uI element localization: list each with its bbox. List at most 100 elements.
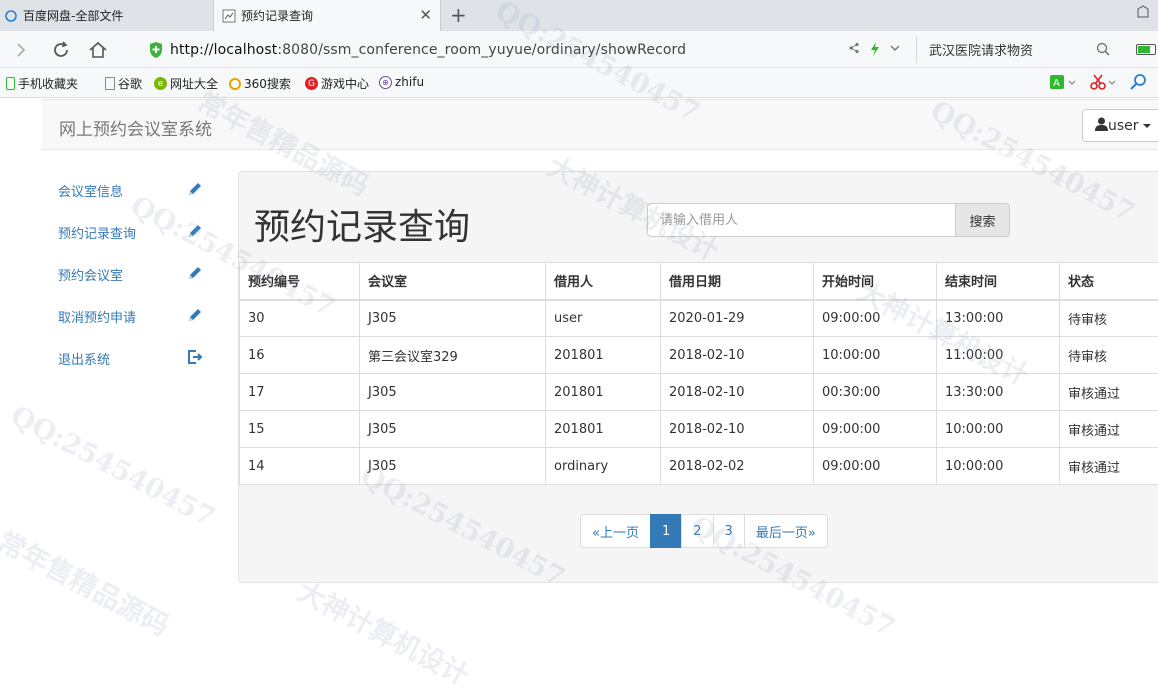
cell-start: 09:00:00 — [813, 447, 937, 485]
table-row: 17 J305 201801 2018-02-10 00:30:00 13:30… — [239, 373, 1158, 411]
pencil-icon — [187, 223, 203, 239]
browser-toolbar: http://localhost:8080/ssm_conference_roo… — [0, 31, 1158, 68]
cell-date: 2018-02-02 — [660, 447, 814, 485]
borrower-search-input[interactable] — [647, 203, 956, 237]
bookmark-label: 谷歌 — [118, 77, 143, 91]
col-id: 预约编号 — [239, 262, 360, 301]
cell-borrower: 201801 — [545, 373, 661, 411]
sidebar-item-book-room[interactable]: 预约会议室 — [58, 262, 203, 286]
cell-borrower: ordinary — [545, 447, 661, 485]
table-row: 15 J305 201801 2018-02-10 09:00:00 10:00… — [239, 410, 1158, 448]
address-bar[interactable]: http://localhost:8080/ssm_conference_roo… — [140, 36, 910, 63]
col-borrower: 借用人 — [545, 262, 661, 301]
pencil-icon — [187, 181, 203, 197]
browser-tab-baidu[interactable]: 百度网盘-全部文件 — [0, 0, 212, 31]
page-link-1[interactable]: 1 — [649, 514, 683, 548]
sidebar-item-logout[interactable]: 退出系统 — [58, 346, 203, 370]
col-start: 开始时间 — [813, 262, 937, 301]
caret-down-icon — [1142, 123, 1151, 128]
bookmark-label: 手机收藏夹 — [18, 77, 79, 91]
page-link-2[interactable]: 2 — [681, 514, 714, 548]
home-icon[interactable] — [85, 37, 111, 63]
cell-date: 2018-02-10 — [660, 336, 814, 374]
logout-icon — [187, 349, 203, 365]
cell-end: 11:00:00 — [936, 336, 1060, 374]
brand-title[interactable]: 网上预约会议室系统 — [59, 115, 212, 140]
chevron-down-icon[interactable] — [890, 42, 900, 59]
search-icon[interactable] — [1096, 42, 1110, 60]
pencil-icon — [187, 307, 203, 323]
last-page-link[interactable]: 最后一页» — [743, 514, 828, 548]
lightning-icon[interactable] — [870, 42, 880, 59]
search-360-icon — [229, 77, 241, 90]
cell-start: 10:00:00 — [813, 336, 937, 374]
browser-tab-bar: 百度网盘-全部文件 预约记录查询 ✕ + — [0, 0, 1158, 31]
cell-status: 审核通过 — [1059, 447, 1158, 485]
bookmark-zhifu[interactable]: ⊕ zhifu — [379, 75, 424, 89]
sidebar-item-room-info[interactable]: 会议室信息 — [58, 178, 203, 202]
bookmark-mobile[interactable]: 手机收藏夹 — [6, 75, 78, 92]
app-navbar: 网上预约会议室系统 user — [42, 99, 1158, 150]
cell-date: 2018-02-10 — [660, 410, 814, 448]
bookmark-360[interactable]: 360搜索 — [229, 75, 291, 92]
sidebar-item-label: 预约会议室 — [58, 268, 124, 284]
globe-icon: e — [154, 77, 167, 90]
watermark-text: 常年售精品源码 — [0, 526, 174, 643]
zoom-icon[interactable] — [1130, 74, 1148, 90]
prev-page-link[interactable]: «上一页 — [580, 514, 651, 548]
close-tab-icon[interactable]: ✕ — [419, 7, 432, 23]
cell-id: 15 — [239, 410, 360, 448]
page-link-3[interactable]: 3 — [712, 514, 745, 548]
share-icon[interactable] — [848, 42, 860, 59]
cell-id: 16 — [239, 336, 360, 374]
translate-icon[interactable]: A — [1050, 74, 1076, 90]
cell-start: 09:00:00 — [813, 410, 937, 448]
bookmark-label: 游戏中心 — [321, 77, 370, 91]
bookmark-google[interactable]: 谷歌 — [105, 75, 142, 92]
shield-icon — [148, 41, 166, 59]
user-dropdown-button[interactable]: user — [1082, 109, 1158, 142]
watermark-text: QQ:254540457 — [5, 400, 220, 534]
game-icon: G — [305, 77, 318, 90]
bookmarks-bar: 手机收藏夹 谷歌 e 网址大全 360搜索 G 游戏中心 ⊕ zhifu A — [0, 68, 1158, 98]
col-end: 结束时间 — [936, 262, 1060, 301]
cell-borrower: user — [545, 299, 661, 337]
browser-search-box[interactable]: 武汉医院请求物资 — [916, 36, 1116, 63]
sidebar-item-cancel-booking[interactable]: 取消预约申请 — [58, 304, 203, 328]
cell-start: 09:00:00 — [813, 299, 937, 337]
sidebar-item-records[interactable]: 预约记录查询 — [58, 220, 203, 244]
new-tab-icon[interactable]: + — [450, 3, 467, 27]
restore-icon[interactable] — [1136, 5, 1150, 23]
cell-start: 00:30:00 — [813, 373, 937, 411]
user-icon — [1095, 117, 1108, 135]
bookmark-label: zhifu — [395, 75, 425, 89]
reload-icon[interactable] — [48, 37, 74, 63]
bookmark-urls[interactable]: e 网址大全 — [154, 75, 218, 92]
cell-end: 13:30:00 — [936, 373, 1060, 411]
cell-borrower: 201801 — [545, 336, 661, 374]
records-panel: 预约记录查询 搜索 预约编号 会议室 借用人 借用日期 开始时间 结束时间 状态… — [238, 171, 1158, 583]
search-button[interactable]: 搜索 — [956, 203, 1010, 237]
table-header-row: 预约编号 会议室 借用人 借用日期 开始时间 结束时间 状态 — [239, 262, 1158, 301]
tab-title: 百度网盘-全部文件 — [23, 9, 124, 23]
search-form: 搜索 — [647, 203, 1010, 237]
browser-tab-active[interactable]: 预约记录查询 ✕ — [213, 0, 441, 31]
sidebar-item-label: 会议室信息 — [58, 184, 124, 200]
cell-borrower: 201801 — [545, 410, 661, 448]
cell-status: 审核通过 — [1059, 373, 1158, 411]
cell-room: J305 — [359, 299, 546, 337]
cell-date: 2018-02-10 — [660, 373, 814, 411]
forward-icon[interactable] — [8, 37, 34, 63]
cell-room: 第三会议室329 — [359, 336, 546, 374]
tab-title: 预约记录查询 — [241, 9, 314, 23]
browser-search-text: 武汉医院请求物资 — [929, 44, 1034, 59]
table-row: 30 J305 user 2020-01-29 09:00:00 13:00:0… — [239, 299, 1158, 337]
cell-status: 审核通过 — [1059, 410, 1158, 448]
bookmark-games[interactable]: G 游戏中心 — [305, 75, 369, 92]
bookmark-label: 360搜索 — [244, 77, 291, 91]
scissors-icon[interactable] — [1090, 74, 1116, 90]
url-text: http://localhost:8080/ssm_conference_roo… — [170, 42, 686, 58]
cell-status: 待审核 — [1059, 299, 1158, 337]
cell-id: 30 — [239, 299, 360, 337]
bookmark-label: 网址大全 — [170, 77, 219, 91]
